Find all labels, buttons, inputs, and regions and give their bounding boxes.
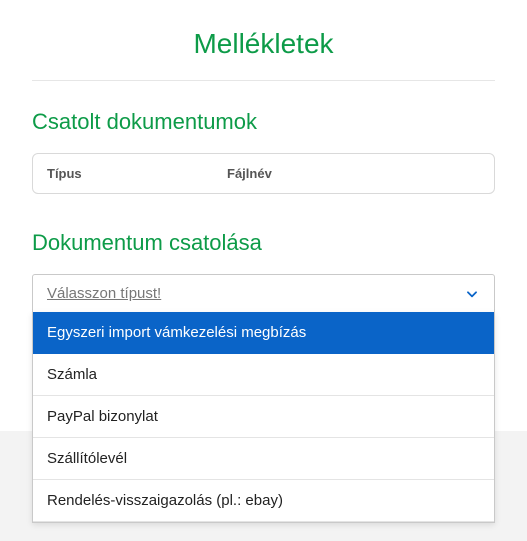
divider <box>32 80 495 81</box>
type-select[interactable]: Válasszon típust! <box>32 274 495 313</box>
chevron-down-icon <box>464 286 480 302</box>
page-title: Mellékletek <box>32 28 495 60</box>
attached-docs-title: Csatolt dokumentumok <box>32 109 495 135</box>
column-header-filename: Fájlnév <box>227 166 480 181</box>
attached-docs-table-header: Típus Fájlnév <box>32 153 495 194</box>
type-select-dropdown: Egyszeri import vámkezelési megbízásSzám… <box>32 312 495 523</box>
type-select-options-list[interactable]: Egyszeri import vámkezelési megbízásSzám… <box>33 312 494 522</box>
type-option[interactable]: Szállítólevél <box>33 438 494 480</box>
type-option[interactable]: Egyszeri import vámkezelési megbízás <box>33 312 494 354</box>
attach-doc-title: Dokumentum csatolása <box>32 230 495 256</box>
column-header-type: Típus <box>47 166 227 181</box>
type-option[interactable]: Számla <box>33 354 494 396</box>
type-select-placeholder: Válasszon típust! <box>47 285 161 302</box>
type-option[interactable]: PayPal bizonylat <box>33 396 494 438</box>
type-option[interactable]: Rendelés-visszaigazolás (pl.: ebay) <box>33 480 494 522</box>
